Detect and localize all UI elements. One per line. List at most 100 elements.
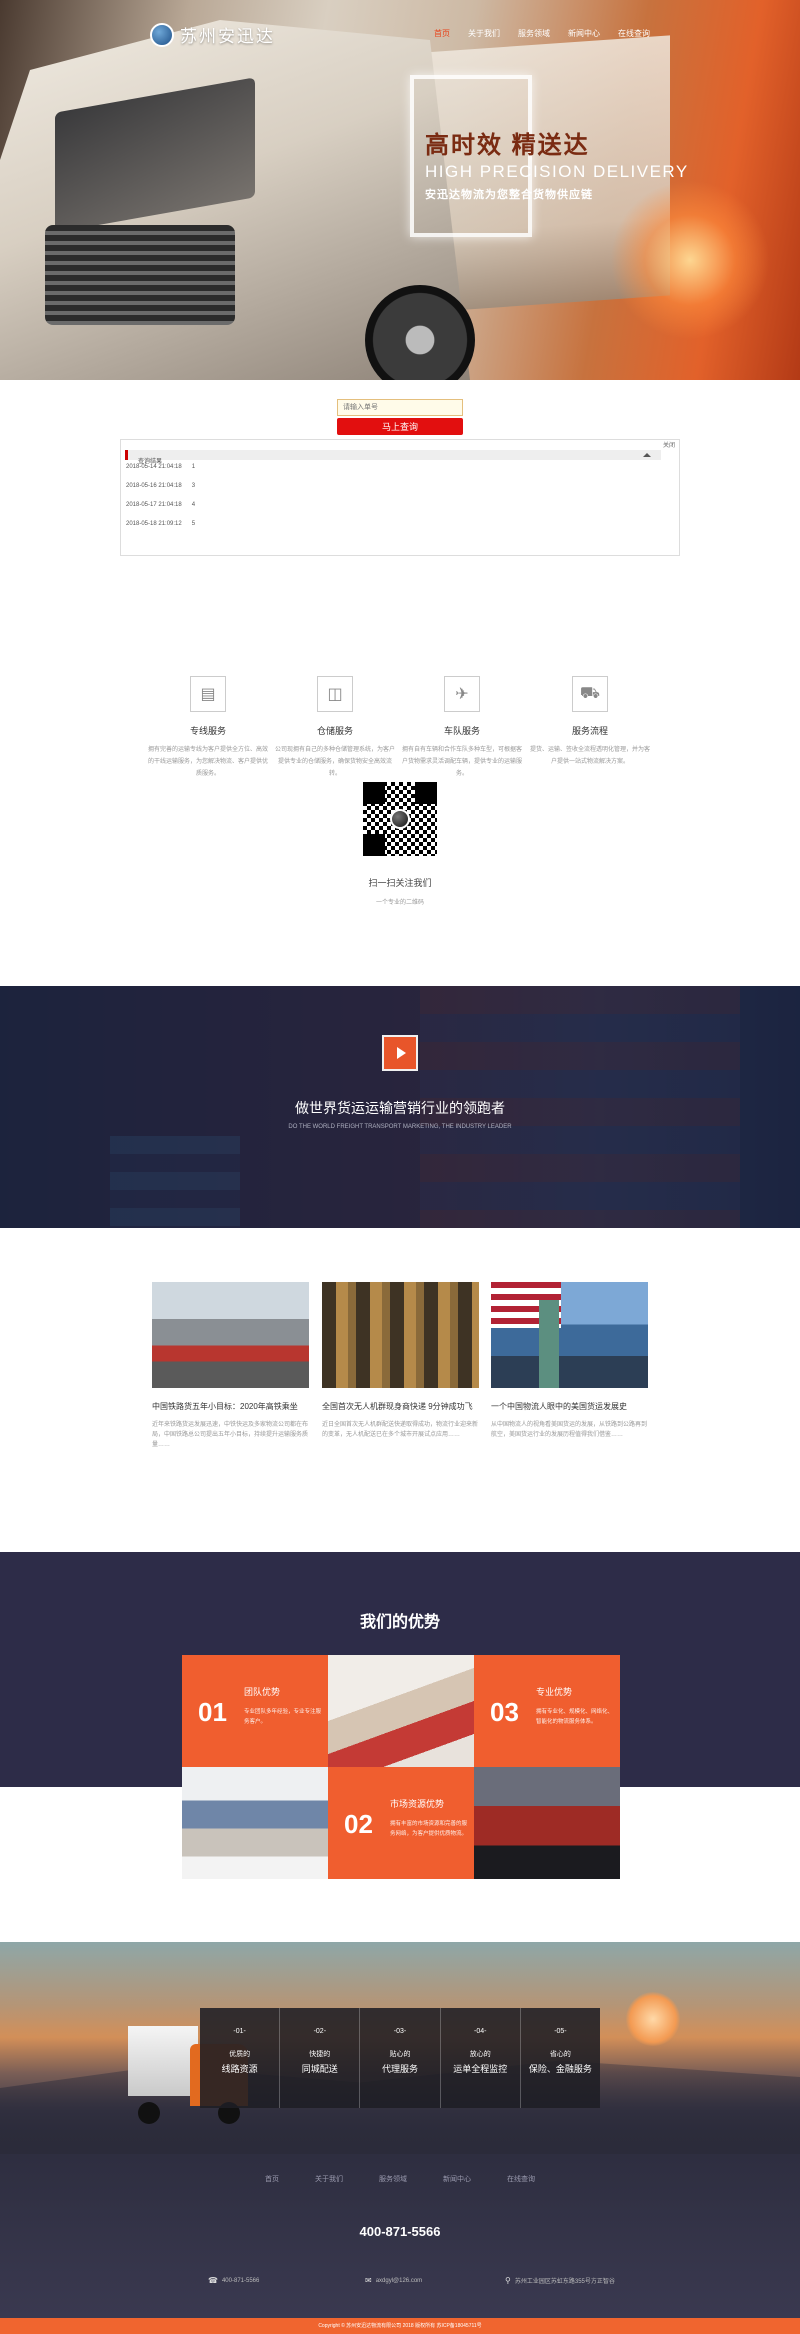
truck-icon: ⛟ — [572, 676, 608, 712]
service-desc: 拥有自有车辆和合作车队多种车型，可根据客户货物需求灵活调配车辆，提供专业的运输服… — [402, 747, 523, 777]
hero-title-cn: 高时效 精送达 — [425, 132, 590, 159]
advantage-title: 市场资源优势 — [390, 1799, 445, 1809]
footer-nav-query[interactable]: 在线查询 — [507, 2174, 535, 2184]
news-image-usa[interactable] — [491, 1282, 648, 1388]
footer-nav-about[interactable]: 关于我们 — [315, 2174, 343, 2184]
play-video-button[interactable] — [382, 1035, 418, 1071]
advantage-tile-professional: 03 专业优势 拥有专业化、规模化、网络化、智能化的物流服务体系。 — [474, 1655, 620, 1767]
news-card[interactable]: 中国铁路货五年小目标：2020年高铁乘坐 近年来铁路货运发展迅速，中铁快运及多家… — [152, 1282, 309, 1460]
news-desc: 近年来铁路货运发展迅速，中铁快运及多家物流公司都在布局，中国铁路总公司提出五年小… — [152, 1422, 309, 1448]
advantage-number: 03 — [490, 1697, 519, 1727]
service-fleet[interactable]: ✈ 车队服务 拥有自有车辆和合作车队多种车型，可根据客户货物需求灵活调配车辆，提… — [402, 676, 522, 780]
contact-address-text: 苏州工业园区苏虹东路355号方正智谷 — [514, 2279, 615, 2285]
banner-title: 做世界货运运输营销行业的领跑者 — [295, 1100, 505, 1116]
globe-icon — [150, 22, 174, 47]
nav-item-about[interactable]: 关于我们 — [468, 28, 500, 39]
highlight-number: -01- — [233, 2028, 246, 2035]
truck-photo — [474, 1767, 620, 1879]
news-image-railway[interactable] — [152, 1282, 309, 1388]
qr-code — [363, 782, 437, 856]
sunset-glow — [610, 180, 770, 340]
result-time: 2018-05-14 21:04:18 — [126, 464, 182, 470]
warehouse-icon: ◫ — [317, 676, 353, 712]
truck-tire — [138, 2102, 160, 2124]
nav-item-query[interactable]: 在线查询 — [618, 28, 650, 39]
highlight-line1: 优质的 — [229, 2051, 251, 2058]
hero-slogan: 高时效 精送达 HIGH PRECISION DELIVERY 安迅达物流为您整… — [425, 125, 689, 202]
advantage-title: 专业优势 — [536, 1687, 573, 1697]
result-time: 2018-05-17 21:04:18 — [126, 502, 182, 508]
highlight-line2: 运单全程监控 — [453, 2064, 508, 2074]
contact-email[interactable]: ✉ axdgyl@126.com — [365, 2276, 422, 2285]
news-card[interactable]: 一个中国物流人眼中的美国货运发展史 从中国物流人的视角看美国货运的发展，从铁路到… — [491, 1282, 648, 1460]
highlight-line1: 贴心的 — [389, 2051, 411, 2058]
highlight-number: -02- — [313, 2028, 327, 2035]
footer-nav-home[interactable]: 首页 — [265, 2174, 279, 2184]
news-title[interactable]: 一个中国物流人眼中的美国货运发展史 — [491, 1401, 648, 1412]
logo-text: 苏州安迅达 — [180, 27, 275, 46]
news-card[interactable]: 全国首次无人机群现身商快递 9分钟成功飞 近日全国首次无人机群配送快递取得成功，… — [322, 1282, 479, 1460]
truck-grille — [45, 225, 235, 325]
qr-title: 扫一扫关注我们 — [368, 878, 432, 888]
team-photo — [328, 1655, 474, 1767]
collapse-arrow-icon[interactable] — [643, 453, 651, 457]
results-list: 2018-05-14 21:04:18 1 2018-05-16 21:04:18… — [126, 464, 195, 540]
advantages-section: 我们的优势 01 团队优势 专业团队多年经验，专业专注服务客户。 03 专业优势… — [0, 1552, 800, 1942]
video-banner: 做世界货运运输营销行业的领跑者 DO THE WORLD FREIGHT TRA… — [0, 986, 800, 1228]
highlight-line2: 代理服务 — [382, 2064, 419, 2074]
news-image-warehouse[interactable] — [322, 1282, 479, 1388]
news-title[interactable]: 全国首次无人机群现身商快递 9分钟成功飞 — [322, 1401, 479, 1412]
qr-subtitle: 一个专业的二维码 — [375, 900, 424, 906]
nav-item-services[interactable]: 服务领域 — [518, 28, 550, 39]
truck-box — [128, 2026, 198, 2096]
news-desc: 从中国物流人的视角看美国货运的发展，从铁路到公路再到航空，美国货运行业的发展历程… — [491, 1422, 648, 1438]
hero-subtitle: 安迅达物流为您整合货物供应链 — [425, 189, 593, 201]
highlights-panel: -01- 优质的 线路资源 -02- 快捷的 同城配送 -03- 贴心的 代理服… — [200, 2008, 600, 2108]
footer-nav: 首页 关于我们 服务领域 新闻中心 在线查询 — [0, 2174, 800, 2184]
advantage-number: 01 — [198, 1697, 227, 1727]
advantage-desc: 专业团队多年经验，专业专注服务客户。 — [244, 1709, 322, 1725]
advantage-title: 团队优势 — [244, 1687, 281, 1697]
play-icon — [397, 1047, 406, 1059]
courier-photo — [182, 1767, 328, 1879]
mail-icon: ✉ — [365, 2276, 372, 2285]
contact-email-text[interactable]: axdgyl@126.com — [376, 2278, 422, 2284]
highlight-item: -04- 放心的 运单全程监控 — [441, 2008, 521, 2108]
sunset-sun — [626, 1992, 680, 2046]
airplane-icon: ✈ — [444, 676, 480, 712]
service-process[interactable]: ⛟ 服务流程 提货、运输、签收全流程透明化管理，并为客户提供一站式物流解决方案。 — [530, 676, 650, 768]
nav-menu: 首页 关于我们 服务领域 新闻中心 在线查询 — [434, 28, 650, 39]
query-button[interactable]: 马上查询 — [337, 418, 463, 435]
globe-icon — [390, 809, 410, 829]
service-desc: 公司现拥有自己的多种仓储管理系统，为客户提供专业的仓储服务，确保货物安全高效流转… — [275, 747, 396, 777]
service-warehouse[interactable]: ◫ 仓储服务 公司现拥有自己的多种仓储管理系统，为客户提供专业的仓储服务，确保货… — [275, 676, 395, 780]
document-icon: ▤ — [190, 676, 226, 712]
contact-phone: ☎ 400-871-5566 — [208, 2276, 259, 2285]
news-title[interactable]: 中国铁路货五年小目标：2020年高铁乘坐 — [152, 1401, 309, 1412]
nav-item-news[interactable]: 新闻中心 — [568, 28, 600, 39]
highlight-line1: 快捷的 — [309, 2051, 331, 2058]
phone-icon: ☎ — [208, 2276, 218, 2285]
service-line[interactable]: ▤ 专线服务 拥有完善的运输专线为客户提供全方位、高效的干线运输服务，为您解决物… — [148, 676, 268, 780]
services-section: ▤ 专线服务 拥有完善的运输专线为客户提供全方位、高效的干线运输服务，为您解决物… — [0, 650, 800, 986]
banner-subtitle: DO THE WORLD FREIGHT TRANSPORT MARKETING… — [288, 1124, 512, 1130]
advantage-desc: 拥有专业化、规模化、网络化、智能化的物流服务体系。 — [536, 1709, 614, 1725]
tracking-number-input[interactable] — [337, 399, 463, 416]
advantage-number: 02 — [344, 1809, 373, 1839]
highlight-line2: 线路资源 — [221, 2064, 258, 2074]
result-no: 4 — [191, 502, 196, 508]
copyright-text: Copyright © 苏州安迅达物流有限公司 2018 版权所有 苏ICP备1… — [318, 2323, 482, 2329]
hotline: 400-871-5566 — [359, 2224, 441, 2239]
result-no: 1 — [191, 464, 196, 470]
close-results-button[interactable]: 关闭 — [663, 440, 675, 449]
footer-nav-news[interactable]: 新闻中心 — [443, 2174, 471, 2184]
footer-nav-services[interactable]: 服务领域 — [379, 2174, 407, 2184]
service-title: 车队服务 — [443, 726, 480, 736]
highlight-item: -01- 优质的 线路资源 — [200, 2008, 281, 2108]
contact-phone-text: 400-871-5566 — [221, 2277, 260, 2284]
nav-item-home[interactable]: 首页 — [434, 28, 450, 39]
logo[interactable]: 苏州安迅达 — [150, 22, 275, 47]
result-row: 2018-05-14 21:04:18 1 — [126, 464, 195, 483]
service-desc: 提货、运输、签收全流程透明化管理，并为客户提供一站式物流解决方案。 — [530, 747, 651, 765]
advantage-tile-market: 02 市场资源优势 拥有丰富的市场资源和完善的服务网络，为客户提供优质物流。 — [328, 1767, 474, 1879]
